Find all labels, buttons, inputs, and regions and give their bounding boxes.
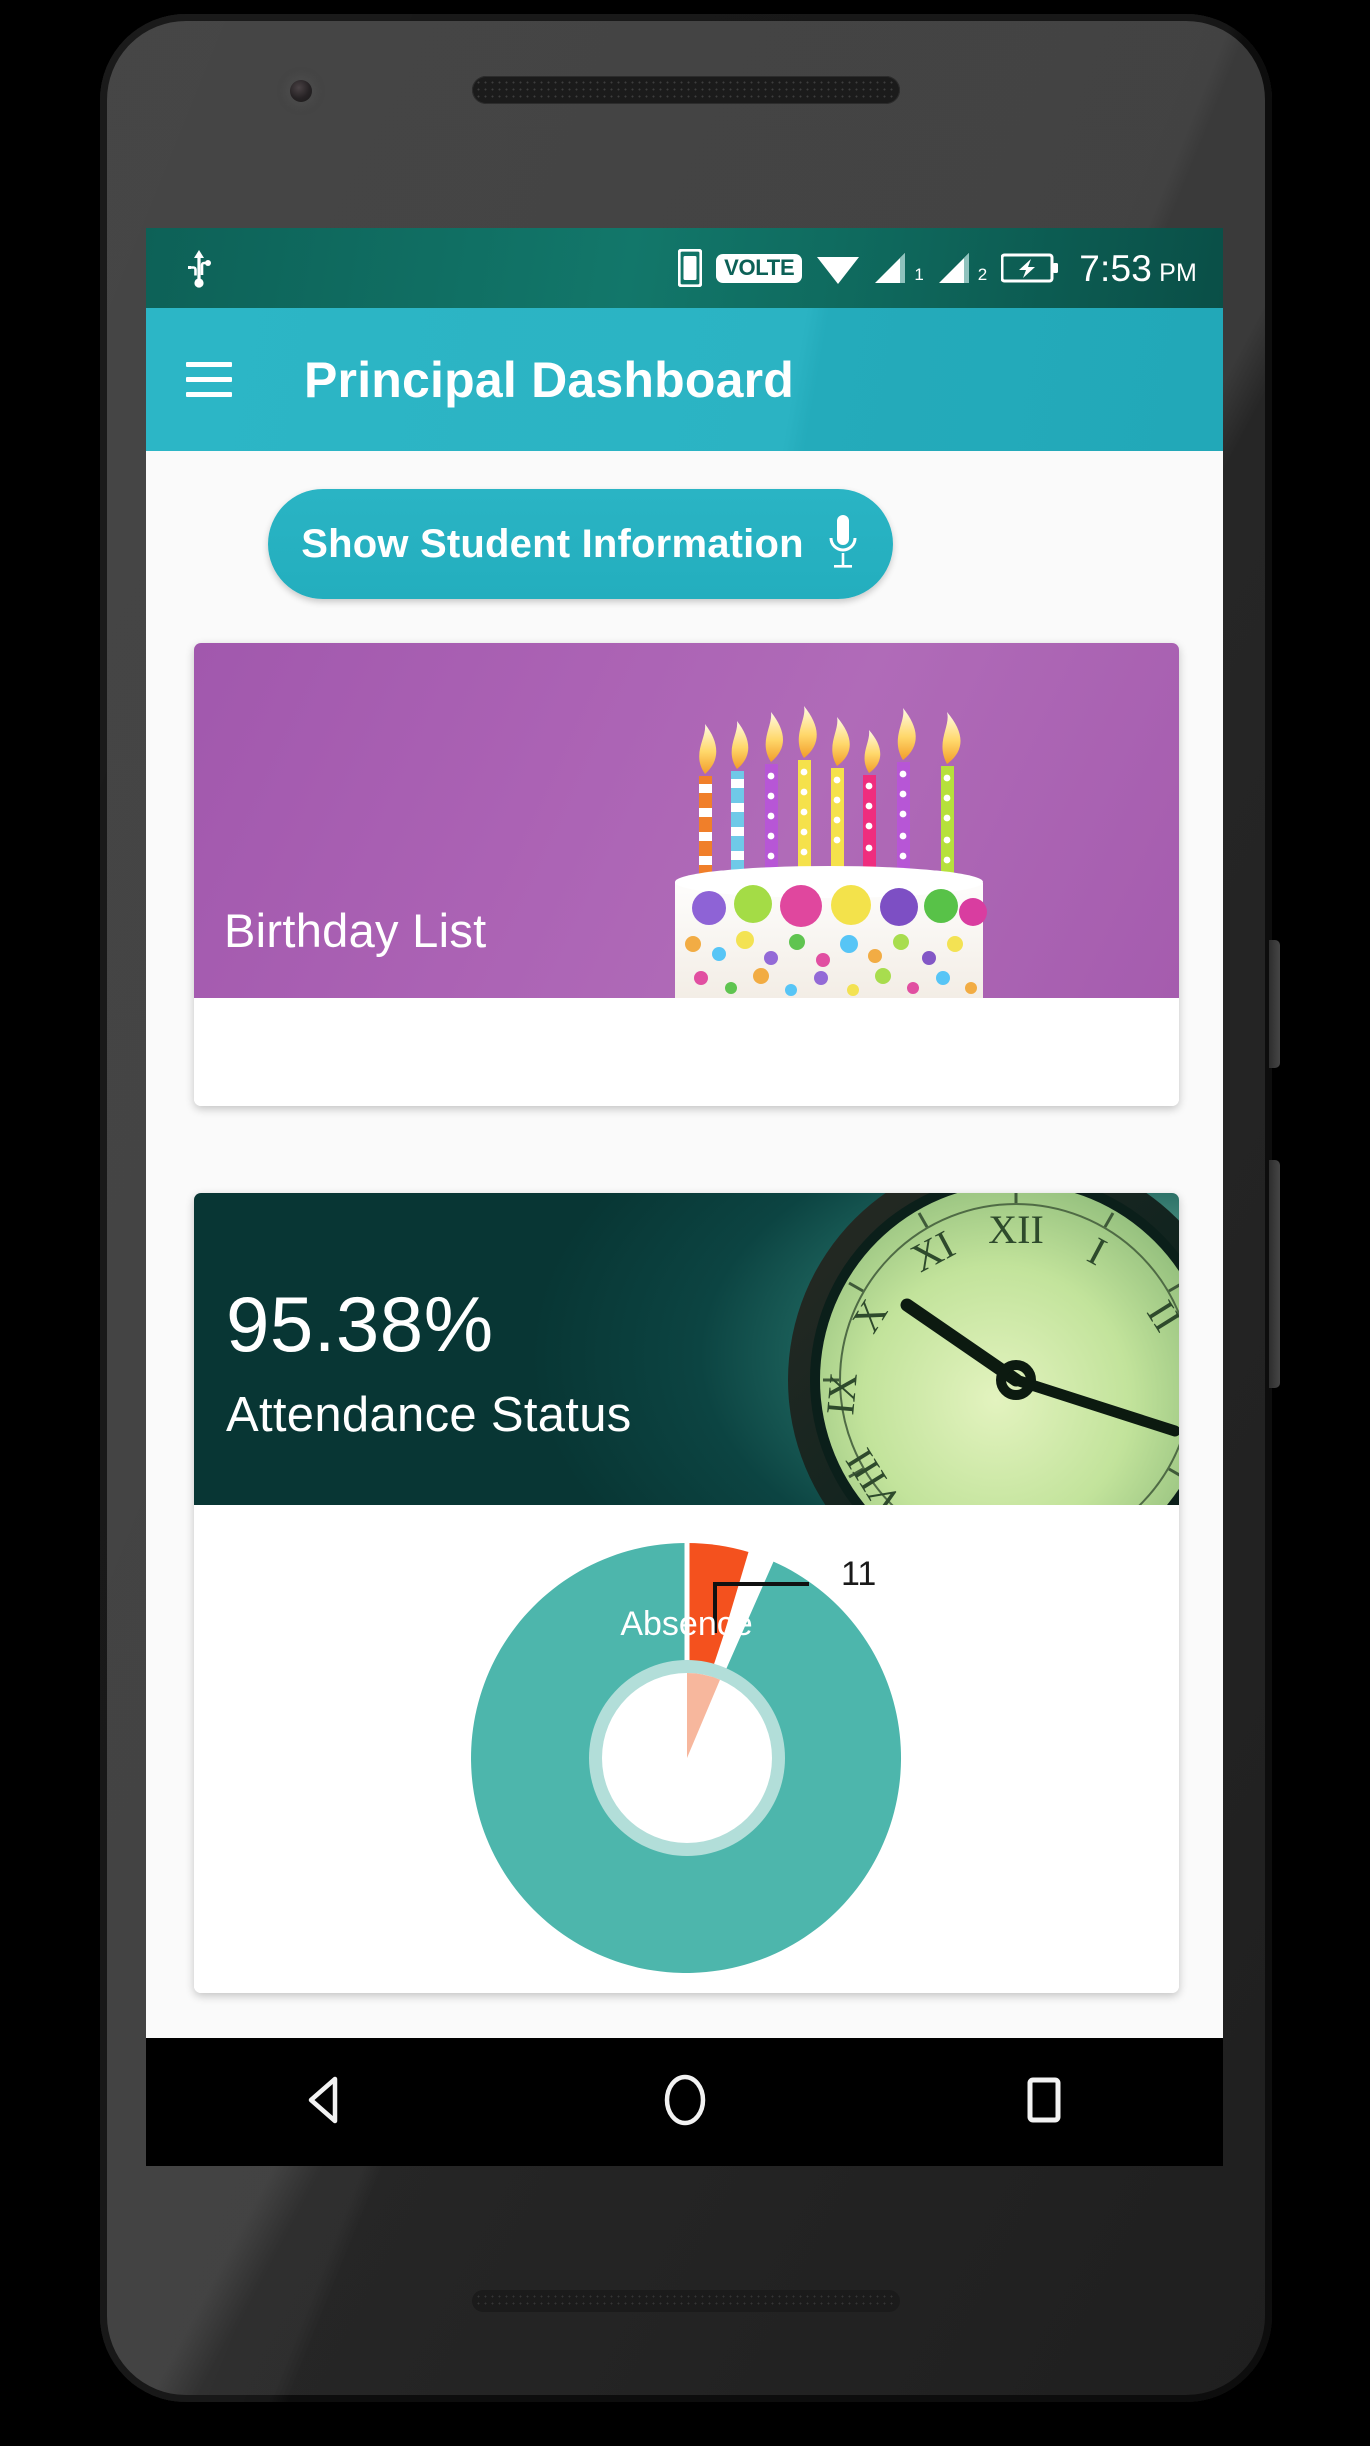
clock-ampm: PM xyxy=(1159,258,1197,287)
donut-chart-svg[interactable] xyxy=(377,1523,997,1993)
svg-text:IX: IX xyxy=(817,1371,866,1417)
sim-card-icon xyxy=(678,249,703,287)
hamburger-bar xyxy=(186,362,232,367)
clock-time: 7:53 xyxy=(1079,247,1153,289)
analog-clock-illustration: XII XI X IX VIII I II xyxy=(788,1193,1179,1505)
svg-text:XII: XII xyxy=(988,1207,1044,1252)
attendance-percentage: 95.38% xyxy=(226,1280,494,1368)
home-circle-icon xyxy=(658,2073,712,2132)
attendance-donut-chart[interactable]: Absence 11 xyxy=(194,1505,1179,1993)
app-bar: Principal Dashboard xyxy=(146,308,1223,451)
birthday-cake-illustration xyxy=(675,706,987,998)
android-navigation-bar xyxy=(146,2038,1223,2166)
bottom-speaker-grille xyxy=(472,2290,900,2312)
back-triangle-icon xyxy=(299,2073,353,2132)
power-button[interactable] xyxy=(1269,940,1280,1068)
signal-sim-number-2: 2 xyxy=(977,265,988,284)
signal-bars-icon xyxy=(938,252,976,284)
nav-recents-button[interactable] xyxy=(979,2038,1109,2166)
volte-badge: VOLTE xyxy=(716,253,803,283)
status-bar-left xyxy=(184,248,214,288)
birthday-banner-image: Birthday List xyxy=(194,643,1179,998)
wifi-icon xyxy=(816,251,860,285)
hamburger-menu-icon[interactable] xyxy=(186,362,232,397)
signal-sim-number-1: 1 xyxy=(914,265,924,284)
hamburger-bar xyxy=(186,377,232,382)
status-bar-clock: 7:53 PM xyxy=(1079,250,1197,287)
nav-home-button[interactable] xyxy=(620,2038,750,2166)
birthday-list-body xyxy=(194,998,1179,1106)
recents-square-icon xyxy=(1017,2073,1071,2132)
page-title: Principal Dashboard xyxy=(304,351,795,408)
attendance-status-label: Attendance Status xyxy=(226,1388,632,1442)
hamburger-bar xyxy=(186,392,232,397)
dashboard-content: Show Student Information Birthday List X… xyxy=(146,451,1223,2038)
signal-bars-icon xyxy=(874,252,912,284)
front-camera xyxy=(290,80,312,102)
birthday-list-title: Birthday List xyxy=(224,904,487,957)
show-student-information-button[interactable]: Show Student Information xyxy=(268,489,893,599)
attendance-banner-image: XII XI X IX VIII I II 95.38% Attendance … xyxy=(194,1193,1179,1505)
signal-indicator-sim1: 1 xyxy=(874,252,924,284)
absence-value-callout: 11 xyxy=(841,1555,877,1593)
phone-screen: VOLTE 1 2 7:53 PM Principal Dashboard Sh… xyxy=(146,228,1223,2038)
attendance-status-card[interactable]: XII XI X IX VIII I II 95.38% Attendance … xyxy=(194,1193,1179,1993)
signal-indicator-sim2: 2 xyxy=(938,252,987,284)
earpiece-speaker-grille xyxy=(472,76,900,104)
show-student-information-label: Show Student Information xyxy=(301,521,804,566)
volume-button[interactable] xyxy=(1269,1160,1280,1388)
microphone-icon[interactable] xyxy=(826,513,860,576)
usb-icon xyxy=(184,248,214,288)
battery-charging-icon xyxy=(1001,252,1059,284)
status-bar-right: VOLTE 1 2 7:53 PM xyxy=(678,249,1197,287)
status-bar: VOLTE 1 2 7:53 PM xyxy=(146,228,1223,308)
nav-back-button[interactable] xyxy=(261,2038,391,2166)
screenshot-root: VOLTE 1 2 7:53 PM Principal Dashboard Sh… xyxy=(0,0,1370,2446)
birthday-list-card[interactable]: Birthday List xyxy=(194,643,1179,1106)
